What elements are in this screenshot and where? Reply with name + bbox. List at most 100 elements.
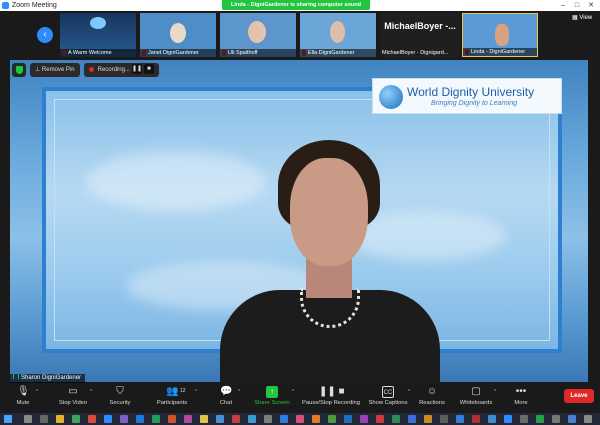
- powerpoint-icon[interactable]: [168, 415, 176, 423]
- app-icon[interactable]: [120, 415, 128, 423]
- search-icon[interactable]: [24, 415, 32, 423]
- reactions-button[interactable]: ☺ Reactions: [418, 386, 446, 412]
- maximize-icon[interactable]: □: [570, 0, 584, 11]
- participant-thumbnail[interactable]: A Warm Welcome: [60, 13, 136, 57]
- close-icon[interactable]: ✕: [584, 0, 598, 11]
- participant-video: [170, 23, 186, 43]
- app-icon[interactable]: [312, 415, 320, 423]
- app-icon[interactable]: [344, 415, 352, 423]
- stop-recording-icon[interactable]: ■: [143, 64, 154, 75]
- view-button[interactable]: ▦ View: [572, 14, 592, 21]
- app-icon[interactable]: [280, 415, 288, 423]
- speaker-name-tag: Sharon DigniGardener: [10, 374, 86, 383]
- app-icon[interactable]: [504, 415, 512, 423]
- chevron-up-icon[interactable]: ^: [195, 389, 197, 395]
- participant-thumbnail[interactable]: Ella DigniGardener: [300, 13, 376, 57]
- whiteboard-icon: ▢: [471, 386, 481, 397]
- chat-icon: 💬: [220, 386, 233, 397]
- participant-name: Ella DigniGardener: [300, 49, 376, 57]
- logo-subtitle: Bringing Dignity to Learning: [431, 100, 517, 107]
- security-shield-icon[interactable]: [12, 63, 26, 77]
- mute-button[interactable]: 🎙 Mute: [12, 386, 34, 412]
- pause-stop-recording-button[interactable]: ❚❚ ■ Pause/Stop Recording: [300, 386, 362, 412]
- app-icon[interactable]: [88, 415, 96, 423]
- participant-name: Janet DigniGardener: [140, 49, 216, 57]
- shared-screen: World Dignity University Bringing Dignit…: [10, 60, 588, 382]
- captions-label: Show Captions: [368, 400, 408, 406]
- participants-count: 12: [180, 388, 186, 394]
- word-icon[interactable]: [136, 415, 144, 423]
- signal-bars-icon: [13, 374, 19, 379]
- share-screen-button[interactable]: ↑ Share Screen: [252, 386, 292, 412]
- zoom-app-icon[interactable]: [104, 415, 112, 423]
- app-icon[interactable]: [440, 415, 448, 423]
- excel-icon[interactable]: [152, 415, 160, 423]
- pause-recording-icon[interactable]: ❚❚: [131, 64, 142, 75]
- participant-name: MichaelBoyer - Dignigard...: [382, 50, 449, 56]
- participant-thumbnail[interactable]: Uli Spalthoff: [220, 13, 296, 57]
- app-icon[interactable]: [520, 415, 528, 423]
- app-icon[interactable]: [424, 415, 432, 423]
- app-icon[interactable]: [200, 415, 208, 423]
- participant-name: Uli Spalthoff: [220, 49, 296, 57]
- task-view-icon[interactable]: [40, 415, 48, 423]
- participant-name: A Warm Welcome: [60, 49, 136, 57]
- whatsapp-icon[interactable]: [536, 415, 544, 423]
- security-button[interactable]: ⛉ Security: [106, 386, 134, 412]
- participant-video: [330, 21, 345, 43]
- more-label: More: [514, 400, 528, 406]
- app-icon[interactable]: [232, 415, 240, 423]
- participant-thumbnail[interactable]: MichaelBoyer -... MichaelBoyer - Digniga…: [380, 13, 460, 57]
- app-icon[interactable]: [328, 415, 336, 423]
- pause-stop-icon: ❚❚ ■: [319, 386, 345, 397]
- app-icon[interactable]: [568, 415, 576, 423]
- participants-icon: 👥: [166, 386, 179, 397]
- app-icon[interactable]: [264, 415, 272, 423]
- participant-thumbnail[interactable]: Linda - DigniGardener: [462, 13, 538, 57]
- app-icon[interactable]: [216, 415, 224, 423]
- windows-start-icon[interactable]: [4, 415, 12, 423]
- zoom-logo-icon: [2, 2, 9, 9]
- speaker-face: [290, 158, 368, 266]
- captions-icon: CC: [382, 386, 394, 398]
- chevron-up-icon[interactable]: ^: [238, 389, 240, 395]
- participant-video: [495, 24, 509, 46]
- app-icon[interactable]: [184, 415, 192, 423]
- chevron-up-icon[interactable]: ^: [36, 389, 38, 395]
- participant-thumbnail[interactable]: Janet DigniGardener: [140, 13, 216, 57]
- windows-taskbar: [0, 413, 600, 425]
- reactions-label: Reactions: [419, 400, 445, 406]
- app-icon[interactable]: [408, 415, 416, 423]
- pin-icon: ⊥: [35, 67, 42, 73]
- whiteboards-button[interactable]: ▢ Whiteboards: [458, 386, 494, 412]
- chevron-left-icon[interactable]: ‹: [37, 27, 53, 43]
- app-icon[interactable]: [392, 415, 400, 423]
- more-button[interactable]: ••• More: [512, 386, 530, 412]
- chevron-up-icon[interactable]: ^: [292, 389, 294, 395]
- app-icon[interactable]: [360, 415, 368, 423]
- leave-button[interactable]: Leave: [564, 389, 594, 403]
- file-explorer-icon[interactable]: [56, 415, 64, 423]
- chevron-up-icon[interactable]: ^: [408, 389, 410, 395]
- reaction-smiley-icon: ☺: [426, 386, 438, 397]
- remove-pin-button[interactable]: ⊥ Remove Pin: [30, 63, 80, 77]
- app-icon[interactable]: [296, 415, 304, 423]
- chevron-up-icon[interactable]: ^: [90, 389, 92, 395]
- app-icon[interactable]: [488, 415, 496, 423]
- show-captions-button[interactable]: CC Show Captions: [368, 386, 408, 412]
- app-icon[interactable]: [248, 415, 256, 423]
- app-icon[interactable]: [456, 415, 464, 423]
- app-icon[interactable]: [376, 415, 384, 423]
- chat-button[interactable]: 💬 Chat: [216, 386, 236, 412]
- notification-icon[interactable]: [584, 415, 592, 423]
- app-icon[interactable]: [552, 415, 560, 423]
- stop-video-button[interactable]: ▭ Stop Video: [58, 386, 88, 412]
- chrome-icon[interactable]: [72, 415, 80, 423]
- chat-label: Chat: [219, 400, 233, 406]
- window-title: Zoom Meeting: [12, 2, 57, 9]
- minimize-icon[interactable]: –: [556, 0, 570, 11]
- chevron-up-icon[interactable]: ^: [494, 389, 496, 395]
- app-icon[interactable]: [472, 415, 480, 423]
- world-dignity-logo: World Dignity University Bringing Dignit…: [372, 78, 562, 114]
- whiteboards-label: Whiteboards: [459, 400, 493, 406]
